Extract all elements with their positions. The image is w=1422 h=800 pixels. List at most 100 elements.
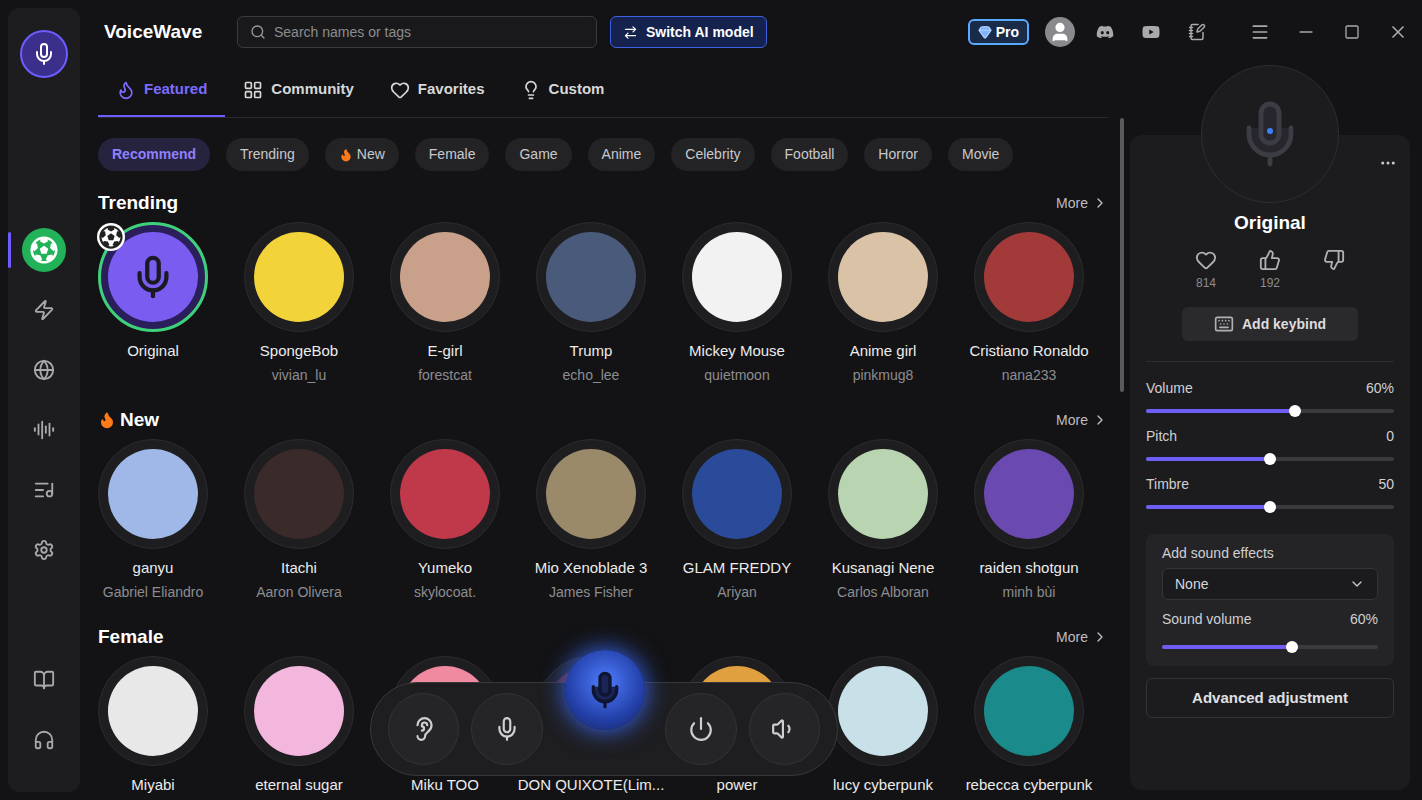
switch-icon	[623, 25, 638, 40]
voice-card[interactable]: raiden shotgunminh bùi	[956, 439, 1102, 602]
voice-avatar[interactable]	[974, 439, 1084, 549]
category-chip[interactable]: Anime	[588, 138, 656, 171]
sidebar-item[interactable]	[8, 710, 80, 770]
voice-card[interactable]: Anime girlpinkmug8	[810, 222, 956, 385]
category-chip[interactable]: Game	[505, 138, 571, 171]
mic-button[interactable]	[471, 693, 542, 765]
switch-model-button[interactable]: Switch AI model	[610, 16, 767, 48]
voice-avatar[interactable]	[244, 222, 354, 332]
voice-card[interactable]: Original	[80, 222, 226, 385]
speaker-button[interactable]	[749, 693, 820, 765]
sound-effects-dropdown[interactable]: None	[1162, 568, 1378, 600]
voice-card[interactable]: GLAM FREDDYAriyan	[664, 439, 810, 602]
power-button[interactable]	[665, 693, 736, 765]
voice-card[interactable]: Mio Xenoblade 3James Fisher	[518, 439, 664, 602]
like-button[interactable]: 192	[1238, 249, 1302, 291]
add-keybind-button[interactable]: Add keybind	[1182, 307, 1358, 341]
voice-card[interactable]: Trumpecho_lee	[518, 222, 664, 385]
slider[interactable]	[1146, 501, 1394, 513]
sidebar-item[interactable]	[8, 460, 80, 520]
category-chip[interactable]: Horror	[864, 138, 932, 171]
maximize-button[interactable]	[1329, 12, 1375, 52]
voice-card[interactable]: SpongeBobvivian_lu	[226, 222, 372, 385]
discord-button[interactable]	[1082, 12, 1128, 52]
app-logo[interactable]	[20, 30, 68, 78]
slider-thumb[interactable]	[1264, 501, 1276, 513]
dropdown-value: None	[1175, 574, 1208, 595]
slider-thumb[interactable]	[1286, 641, 1298, 653]
voice-author: vivian_lu	[272, 365, 326, 385]
voice-avatar[interactable]	[828, 439, 938, 549]
slider-thumb[interactable]	[1289, 405, 1301, 417]
more-link[interactable]: More	[1056, 193, 1108, 214]
tab[interactable]: Custom	[503, 64, 623, 117]
category-chip[interactable]: Movie	[948, 138, 1013, 171]
slider[interactable]	[1146, 453, 1394, 465]
feedback-button[interactable]	[1174, 12, 1220, 52]
sound-volume-slider[interactable]	[1162, 641, 1378, 653]
voice-avatar[interactable]	[390, 222, 500, 332]
more-link[interactable]: More	[1056, 627, 1108, 648]
voice-avatar[interactable]	[244, 656, 354, 766]
voice-avatar[interactable]	[682, 222, 792, 332]
tab[interactable]: Community	[225, 64, 372, 117]
user-avatar[interactable]	[1045, 17, 1075, 47]
voice-avatar[interactable]	[98, 439, 208, 549]
section-title: New	[98, 406, 159, 435]
voice-card[interactable]: Mickey Mousequietmoon	[664, 222, 810, 385]
slider[interactable]	[1146, 405, 1394, 417]
tab[interactable]: Favorites	[372, 64, 503, 117]
youtube-button[interactable]	[1128, 12, 1174, 52]
voice-avatar[interactable]	[974, 222, 1084, 332]
category-chip[interactable]: Celebrity	[671, 138, 754, 171]
voice-card[interactable]: Cristiano Ronaldonana233	[956, 222, 1102, 385]
search-field[interactable]: Search names or tags	[237, 16, 597, 48]
avatar-picture	[838, 449, 928, 539]
sidebar-item[interactable]	[8, 340, 80, 400]
voice-card[interactable]: ItachiAaron Olivera	[226, 439, 372, 602]
tab[interactable]: Featured	[98, 64, 225, 117]
advanced-adjustment-button[interactable]: Advanced adjustment	[1146, 678, 1394, 718]
sidebar-item[interactable]	[8, 280, 80, 340]
voice-card[interactable]: eternal sugar	[226, 656, 372, 795]
current-voice-button[interactable]	[565, 650, 645, 730]
tab-bar: FeaturedCommunityFavoritesCustom	[98, 64, 1108, 118]
voice-avatar[interactable]	[98, 656, 208, 766]
voice-avatar[interactable]	[536, 439, 646, 549]
more-options-button[interactable]	[1376, 151, 1400, 175]
category-chip[interactable]: Recommend	[98, 138, 210, 171]
voice-card[interactable]: Miyabi	[80, 656, 226, 795]
more-link[interactable]: More	[1056, 410, 1108, 431]
minimize-button[interactable]	[1283, 12, 1329, 52]
sidebar-item[interactable]	[8, 400, 80, 460]
sidebar-item[interactable]	[8, 520, 80, 580]
voice-card[interactable]: E-girlforestcat	[372, 222, 518, 385]
voice-avatar[interactable]	[244, 439, 354, 549]
category-chip[interactable]: Trending	[226, 138, 309, 171]
slider-thumb[interactable]	[1264, 453, 1276, 465]
category-chip[interactable]: Female	[415, 138, 490, 171]
favorite-button[interactable]: 814	[1174, 249, 1238, 291]
category-chip[interactable]: Football	[771, 138, 849, 171]
voice-avatar[interactable]	[390, 439, 500, 549]
category-chip[interactable]: New	[325, 138, 399, 171]
voice-avatar[interactable]	[536, 222, 646, 332]
voice-avatar[interactable]	[974, 656, 1084, 766]
sidebar-item[interactable]	[8, 220, 80, 280]
voice-avatar[interactable]	[828, 222, 938, 332]
menu-button[interactable]	[1237, 12, 1283, 52]
voice-avatar[interactable]	[682, 439, 792, 549]
voice-card[interactable]: Kusanagi NeneCarlos Alboran	[810, 439, 956, 602]
listen-button[interactable]	[388, 693, 459, 765]
voice-avatar[interactable]	[98, 222, 208, 332]
voice-avatar[interactable]	[828, 656, 938, 766]
scrollbar-thumb[interactable]	[1120, 118, 1124, 392]
voice-card[interactable]: ganyuGabriel Eliandro	[80, 439, 226, 602]
voice-card[interactable]: Yumekoskylocoat.	[372, 439, 518, 602]
voice-card[interactable]: rebecca cyberpunk	[956, 656, 1102, 795]
close-button[interactable]	[1375, 12, 1421, 52]
voice-settings-panel: Original814192Add keybindVolume60%Pitch0…	[1130, 135, 1410, 790]
pro-badge[interactable]: Pro	[968, 19, 1029, 45]
dislike-button[interactable]	[1302, 249, 1366, 291]
sidebar-item[interactable]	[8, 650, 80, 710]
